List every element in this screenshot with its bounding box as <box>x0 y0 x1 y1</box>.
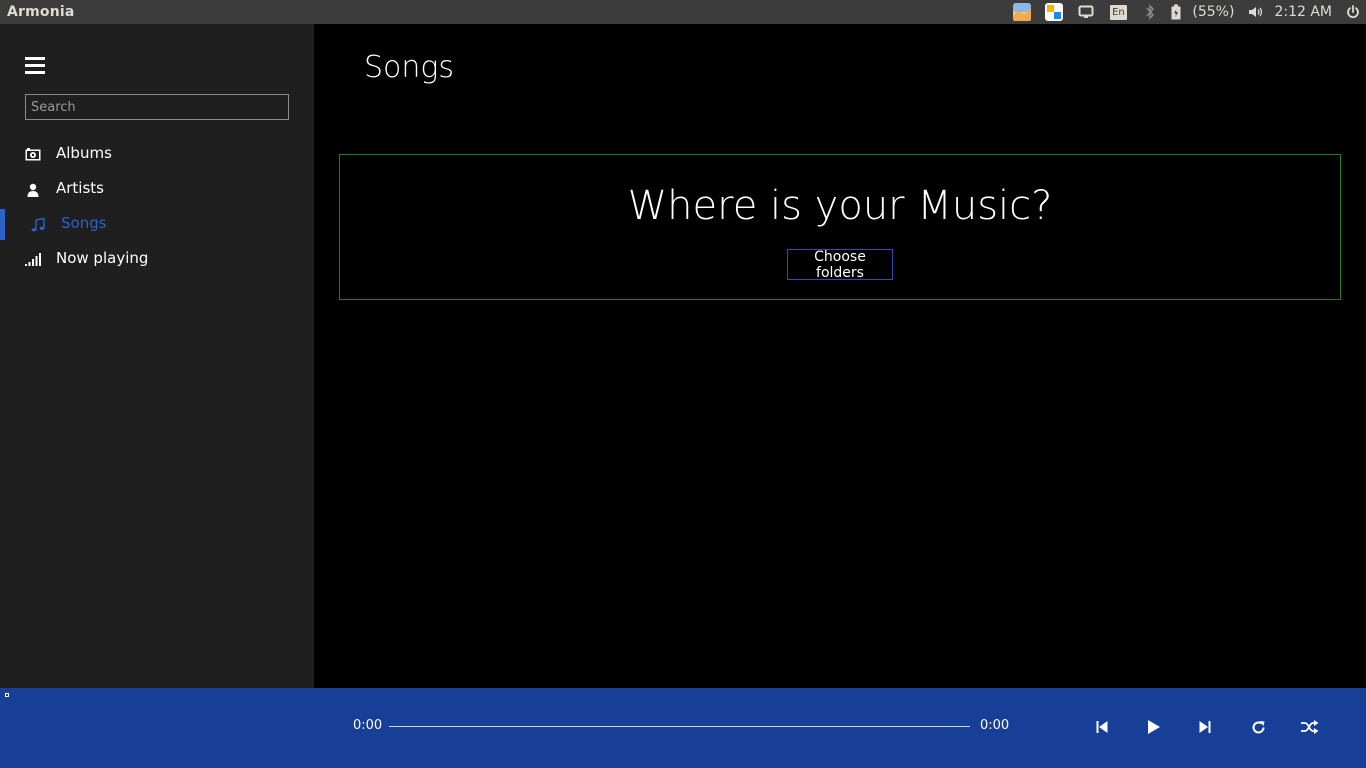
battery-icon[interactable] <box>1166 0 1186 24</box>
repeat-button[interactable] <box>1248 717 1268 737</box>
signal-bars-icon <box>24 251 41 268</box>
previous-button[interactable] <box>1092 717 1112 737</box>
next-icon <box>1199 720 1211 734</box>
next-button[interactable] <box>1195 717 1215 737</box>
empty-state-heading: Where is your Music? <box>627 183 1053 229</box>
sidebar-item-now-playing[interactable]: Now playing <box>0 242 314 277</box>
bluetooth-icon[interactable] <box>1134 0 1166 24</box>
system-top-bar: Armonia En (55%) 2:12 AM <box>0 0 1366 24</box>
power-icon[interactable] <box>1340 0 1366 24</box>
system-tray: En (55%) 2:12 AM <box>1006 0 1366 24</box>
current-time: 0:00 <box>353 718 383 733</box>
previous-icon <box>1096 720 1108 734</box>
display-icon[interactable] <box>1070 0 1102 24</box>
sidebar-item-label: Artists <box>56 179 104 197</box>
hamburger-menu-icon[interactable] <box>25 57 45 74</box>
music-note-icon <box>29 216 46 233</box>
player-bar: 0:00 0:00 <box>0 688 1366 768</box>
page-title: Songs <box>364 50 455 85</box>
keyboard-layout-label: En <box>1109 4 1127 20</box>
keyboard-layout-icon[interactable]: En <box>1102 0 1134 24</box>
album-icon <box>24 146 41 163</box>
empty-state-panel: Where is your Music? Choose folders <box>339 154 1341 300</box>
shuffle-icon <box>1301 720 1319 734</box>
battery-percent: (55%) <box>1192 4 1235 20</box>
image-viewer-icon[interactable] <box>1006 0 1038 24</box>
main-content: Songs Where is your Music? Choose folder… <box>314 24 1366 688</box>
shuffle-button[interactable] <box>1300 717 1320 737</box>
volume-icon[interactable] <box>1246 0 1266 24</box>
person-icon <box>24 181 41 198</box>
repeat-icon <box>1251 720 1266 735</box>
play-button[interactable] <box>1144 717 1164 737</box>
sidebar-item-label: Songs <box>61 214 107 232</box>
sidebar-nav: Albums Artists Songs Now playing <box>0 137 314 277</box>
sidebar-item-label: Now playing <box>56 249 149 267</box>
windows-app-icon[interactable] <box>1038 0 1070 24</box>
album-art-thumbnail[interactable] <box>5 693 9 697</box>
total-time: 0:00 <box>980 718 1010 733</box>
sidebar-item-label: Albums <box>56 144 112 162</box>
search-input[interactable] <box>25 94 289 120</box>
play-icon <box>1147 719 1161 735</box>
sidebar: Albums Artists Songs Now playing <box>0 24 314 688</box>
sidebar-item-songs[interactable]: Songs <box>0 207 314 242</box>
app-title: Armonia <box>7 4 75 20</box>
progress-bar[interactable] <box>389 726 970 727</box>
sidebar-item-albums[interactable]: Albums <box>0 137 314 172</box>
choose-folders-button[interactable]: Choose folders <box>787 249 893 281</box>
sidebar-item-artists[interactable]: Artists <box>0 172 314 207</box>
clock[interactable]: 2:12 AM <box>1274 4 1332 20</box>
